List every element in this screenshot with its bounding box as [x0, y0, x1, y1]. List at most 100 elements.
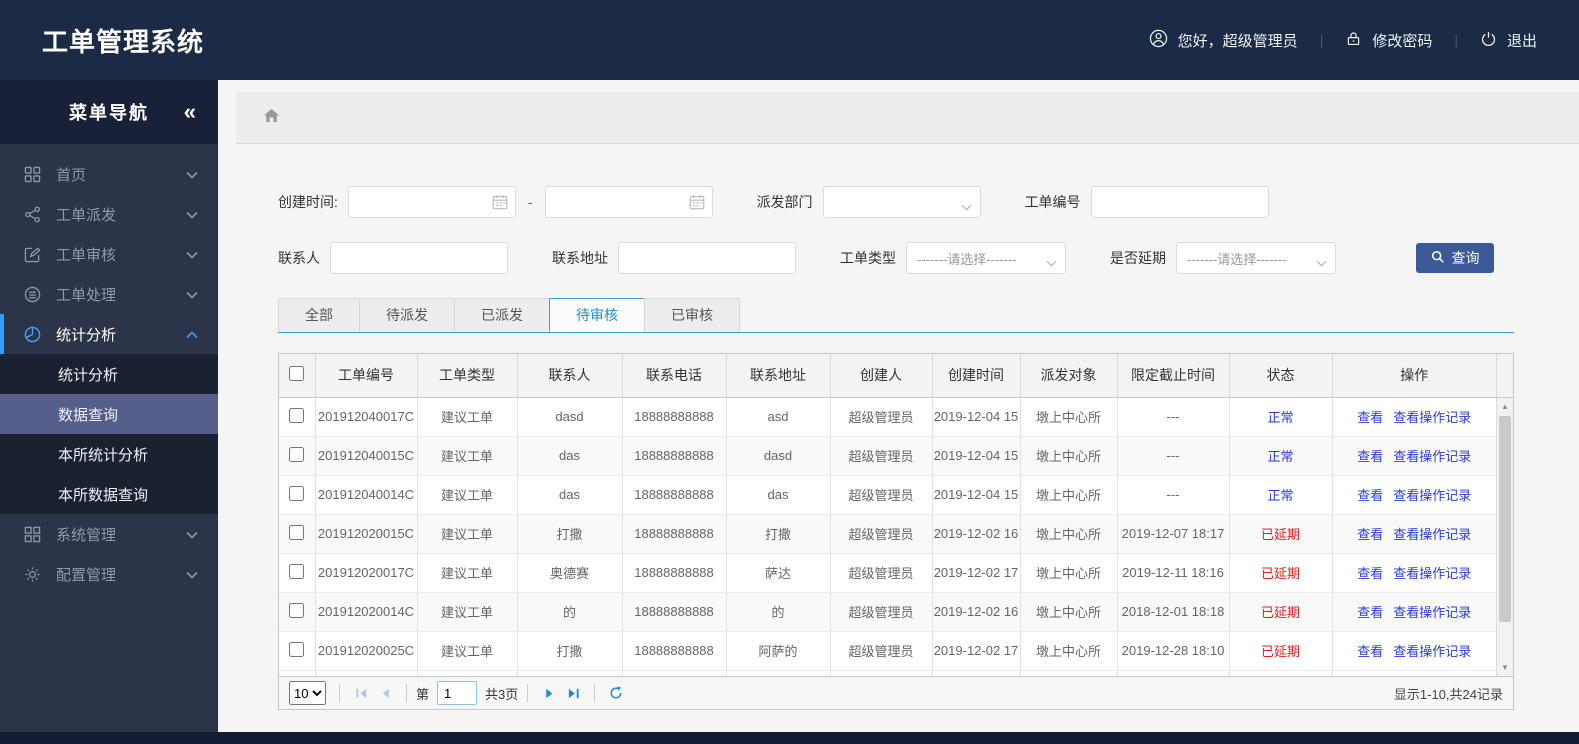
delay-select[interactable]: -------请选择------- [1176, 242, 1336, 274]
cell-contact: dasd [517, 397, 623, 437]
cell-target: 墩上中心所 [1020, 631, 1118, 671]
view-link[interactable]: 查看 [1357, 605, 1383, 620]
sidebar-item-dispatch[interactable]: 工单派发 [0, 194, 218, 234]
table-body: 201912040017C 建议工单 dasd 18888888888 asd … [279, 397, 1496, 676]
view-log-link[interactable]: 查看操作记录 [1393, 644, 1471, 659]
view-link[interactable]: 查看 [1357, 527, 1383, 542]
cell-created: 2019-12-04 15 [932, 436, 1021, 476]
sidebar-item-config[interactable]: 配置管理 [0, 554, 218, 594]
cell-created [932, 670, 1021, 676]
grid-icon [24, 165, 42, 183]
cell-status: 正常 [1229, 475, 1333, 515]
calendar-icon[interactable] [688, 193, 706, 216]
next-page-button[interactable] [537, 681, 561, 705]
row-checkbox[interactable] [289, 524, 305, 540]
cell-contact: das [517, 475, 623, 515]
cell-operations: 查看 查看操作记录 [1332, 592, 1496, 632]
col-address: 联系地址 [726, 354, 831, 398]
submenu-item-statistics-analysis[interactable]: 统计分析 [0, 354, 218, 394]
col-status: 状态 [1229, 354, 1333, 398]
scrollbar-down-arrow[interactable]: ▼ [1497, 659, 1513, 675]
view-link[interactable]: 查看 [1357, 644, 1383, 659]
tab-reviewed[interactable]: 已审核 [644, 298, 740, 332]
chevron-down-icon [186, 206, 198, 223]
view-log-link[interactable]: 查看操作记录 [1393, 527, 1471, 542]
cell-address: das [726, 475, 831, 515]
logout-link[interactable]: 退出 [1480, 30, 1537, 51]
page-number-input[interactable] [437, 681, 478, 705]
view-log-link[interactable]: 查看操作记录 [1393, 566, 1471, 581]
row-checkbox[interactable] [289, 641, 305, 657]
page-size-select[interactable]: 10 [289, 681, 326, 705]
row-checkbox[interactable] [289, 602, 305, 618]
breadcrumb [236, 92, 1579, 144]
submenu-item-local-statistics[interactable]: 本所统计分析 [0, 434, 218, 474]
tab-pending-dispatch[interactable]: 待派发 [359, 298, 455, 332]
view-log-link[interactable]: 查看操作记录 [1393, 410, 1471, 425]
sidebar-item-statistics[interactable]: 统计分析 [0, 314, 218, 354]
cell-target: 墩上中心所 [1020, 397, 1118, 437]
row-checkbox[interactable] [289, 407, 305, 423]
address-label: 联系地址 [552, 250, 608, 266]
sidebar-collapse-icon[interactable]: « [184, 101, 198, 123]
view-link[interactable]: 查看 [1357, 488, 1383, 503]
row-checkbox[interactable] [289, 485, 305, 501]
view-link[interactable]: 查看 [1357, 566, 1383, 581]
first-page-button[interactable] [349, 681, 373, 705]
cell-address: 打撒 [726, 514, 831, 554]
col-created: 创建时间 [932, 354, 1021, 398]
refresh-button[interactable] [604, 681, 628, 705]
cell-deadline [1117, 670, 1230, 676]
cell-created: 2019-12-02 17 [932, 553, 1021, 593]
table-scrollbar[interactable]: ▲ ▼ [1496, 398, 1513, 676]
tab-dispatched[interactable]: 已派发 [454, 298, 550, 332]
col-order-type: 工单类型 [417, 354, 518, 398]
edit-icon [24, 245, 42, 263]
view-log-link[interactable]: 查看操作记录 [1393, 449, 1471, 464]
sidebar-item-review[interactable]: 工单审核 [0, 234, 218, 274]
order-no-input[interactable] [1090, 186, 1269, 218]
view-link[interactable]: 查看 [1357, 410, 1383, 425]
calendar-icon[interactable] [491, 193, 509, 216]
cell-deadline: --- [1117, 397, 1230, 437]
sidebar-item-home[interactable]: 首页 [0, 154, 218, 194]
row-checkbox[interactable] [289, 563, 305, 579]
cell-order-type: 建议工单 [417, 436, 518, 476]
view-log-link[interactable]: 查看操作记录 [1393, 488, 1471, 503]
sidebar-item-system[interactable]: 系统管理 [0, 514, 218, 554]
dispatch-dept-select[interactable] [822, 186, 981, 218]
home-icon[interactable] [262, 106, 281, 130]
pagination-divider [339, 684, 340, 702]
cell-order-no: 201912020014C [315, 592, 418, 632]
last-page-button[interactable] [561, 681, 585, 705]
submenu-item-data-query[interactable]: 数据查询 [0, 394, 218, 434]
chevron-up-icon [186, 326, 198, 343]
cell-deadline: --- [1117, 475, 1230, 515]
col-order-no: 工单编号 [315, 354, 418, 398]
search-icon [1431, 250, 1445, 267]
submenu-item-local-data-query[interactable]: 本所数据查询 [0, 474, 218, 514]
change-password-link[interactable]: 修改密码 [1345, 30, 1432, 51]
view-log-link[interactable]: 查看操作记录 [1393, 605, 1471, 620]
prev-page-button[interactable] [373, 681, 397, 705]
view-link[interactable]: 查看 [1357, 449, 1383, 464]
user-greeting[interactable]: 您好，超级管理员 [1149, 29, 1298, 52]
scrollbar-up-arrow[interactable]: ▲ [1497, 398, 1513, 414]
submenu-item-label: 数据查询 [58, 406, 119, 424]
chevron-down-icon [186, 166, 198, 183]
cell-status: 已延期 [1229, 592, 1333, 632]
select-all-checkbox[interactable] [289, 366, 305, 382]
power-icon [1480, 30, 1497, 51]
scrollbar-thumb[interactable] [1499, 416, 1511, 622]
search-button[interactable]: 查询 [1416, 243, 1494, 273]
tab-pending-review[interactable]: 待审核 [549, 298, 645, 332]
row-checkbox[interactable] [289, 446, 305, 462]
contact-input[interactable] [330, 242, 508, 274]
search-button-label: 查询 [1451, 250, 1480, 266]
order-type-select[interactable]: -------请选择------- [906, 242, 1066, 274]
sidebar-item-process[interactable]: 工单处理 [0, 274, 218, 314]
cell-contact: das [517, 436, 623, 476]
tab-all[interactable]: 全部 [278, 298, 360, 332]
address-input[interactable] [618, 242, 796, 274]
cell-creator: 超级管理员 [830, 397, 933, 437]
